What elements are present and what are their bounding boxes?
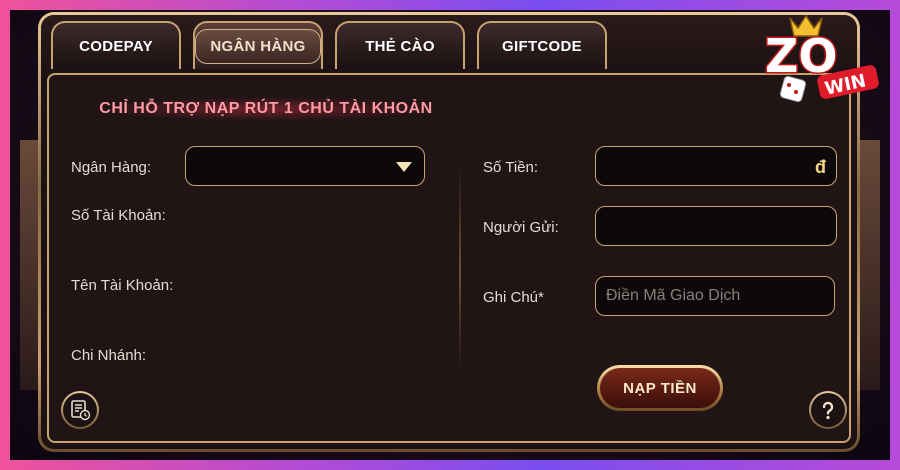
tab-codepay[interactable]: CODEPAY	[51, 21, 181, 69]
tab-label: NGÂN HÀNG	[195, 28, 321, 64]
amount-input[interactable]: đ	[595, 146, 837, 186]
notice-banner: CHỈ HỖ TRỢ NẠP RÚT 1 CHỦ TÀI KHOẢN	[91, 97, 441, 121]
note-label: Ghi Chú*	[483, 289, 544, 306]
account-name-label: Tên Tài Khoản:	[71, 277, 174, 294]
help-icon	[822, 401, 834, 420]
tab-bar: CODEPAY NGÂN HÀNG THẺ CÀO GIFTCODE	[41, 15, 857, 73]
deposit-button[interactable]: NẠP TIỀN	[597, 365, 723, 411]
help-button[interactable]	[809, 391, 847, 429]
account-number-label: Số Tài Khoản:	[71, 207, 166, 224]
bank-label: Ngân Hàng:	[71, 159, 152, 176]
sender-label: Người Gửi:	[483, 219, 559, 236]
tab-label: CODEPAY	[79, 37, 153, 55]
history-button[interactable]	[61, 391, 99, 429]
dialog-body: CODEPAY NGÂN HÀNG THẺ CÀO GIFTCODE CHỈ H…	[41, 15, 857, 449]
branch-label: Chi Nhánh:	[71, 347, 147, 364]
currency-symbol: đ	[815, 157, 826, 177]
bank-select[interactable]	[185, 146, 425, 186]
column-divider	[459, 165, 461, 375]
tab-giftcode[interactable]: GIFTCODE	[477, 21, 607, 69]
zowin-logo: ZO WIN	[760, 8, 890, 108]
tab-label: GIFTCODE	[502, 37, 582, 55]
sender-input[interactable]	[595, 206, 837, 246]
form-panel: CHỈ HỖ TRỢ NẠP RÚT 1 CHỦ TÀI KHOẢN Ngân …	[47, 73, 851, 443]
history-icon	[71, 400, 91, 421]
deposit-dialog: CODEPAY NGÂN HÀNG THẺ CÀO GIFTCODE CHỈ H…	[38, 12, 860, 452]
tab-the-cao[interactable]: THẺ CÀO	[335, 21, 465, 69]
transaction-code-input[interactable]	[595, 276, 835, 316]
tab-label: THẺ CÀO	[365, 37, 435, 55]
tab-ngan-hang[interactable]: NGÂN HÀNG	[193, 21, 323, 69]
deposit-button-label: NẠP TIỀN	[600, 368, 720, 408]
chevron-down-icon	[396, 162, 412, 172]
amount-label: Số Tiền:	[483, 159, 539, 176]
